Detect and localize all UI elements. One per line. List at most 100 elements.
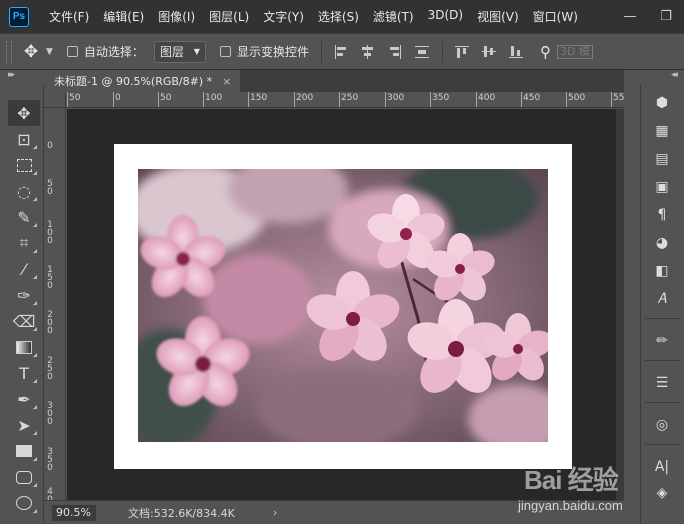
document-tab[interactable]: 未标题-1 @ 90.5%(RGB/8#) * × bbox=[44, 70, 240, 92]
document-tab-bar: 未标题-1 @ 90.5%(RGB/8#) * × bbox=[44, 70, 624, 92]
gradient-tool[interactable] bbox=[8, 334, 40, 360]
align-left-icon[interactable] bbox=[333, 44, 349, 60]
menu-file[interactable]: 文件(F) bbox=[49, 8, 89, 25]
horizontal-ruler[interactable]: 50 0 50 100 150 200 250 300 350 400 450 … bbox=[66, 92, 624, 108]
ruler-v-label: 1 5 0 bbox=[47, 265, 53, 291]
ruler-h-label: 50 bbox=[69, 93, 81, 103]
restore-button[interactable]: ❐ bbox=[648, 0, 684, 33]
ruler-h-label: 350 bbox=[432, 93, 450, 103]
adjustments-panel-icon[interactable]: ◧ bbox=[649, 260, 675, 282]
menu-edit[interactable]: 编辑(E) bbox=[103, 8, 144, 25]
vertical-ruler[interactable]: 0 5 0 1 0 0 1 5 0 2 0 0 2 5 0 3 0 0 3 5 … bbox=[44, 108, 66, 500]
properties-panel-icon[interactable]: ▤ bbox=[649, 148, 675, 170]
menu-window[interactable]: 窗口(W) bbox=[533, 8, 578, 25]
divider bbox=[645, 318, 681, 319]
ruler-v-label: 5 0 bbox=[47, 179, 53, 197]
ruler-origin[interactable] bbox=[44, 92, 66, 108]
menu-layer[interactable]: 图层(L) bbox=[209, 8, 249, 25]
window-controls: — ❐ bbox=[612, 0, 684, 33]
swatches-panel-icon[interactable]: ▦ bbox=[649, 120, 675, 142]
ruler-h-label: 500 bbox=[568, 93, 586, 103]
paragraph-panel-icon[interactable]: ¶ bbox=[649, 204, 675, 226]
eraser-tool[interactable]: ⌫ bbox=[8, 308, 40, 334]
rectangular-marquee-tool[interactable] bbox=[8, 152, 40, 178]
channels-panel-icon[interactable]: ◎ bbox=[649, 414, 675, 436]
divider bbox=[645, 444, 681, 445]
brush-settings-icon[interactable]: ☰ bbox=[649, 372, 675, 394]
menu-filter[interactable]: 滤镜(T) bbox=[373, 8, 414, 25]
tool-preset-dropdown-icon[interactable]: ▼ bbox=[46, 47, 53, 57]
expand-arrows-icon[interactable]: ▸▸ bbox=[8, 70, 15, 80]
align-right-icon[interactable] bbox=[387, 44, 403, 60]
ruler-h-label: 0 bbox=[115, 93, 121, 103]
menu-view[interactable]: 视图(V) bbox=[477, 8, 519, 25]
artboard-tool[interactable]: ⊡ bbox=[8, 126, 40, 152]
libraries-panel-icon[interactable]: ▣ bbox=[649, 176, 675, 198]
menu-select[interactable]: 选择(S) bbox=[318, 8, 359, 25]
status-menu-arrow-icon[interactable]: › bbox=[273, 506, 277, 519]
align-bottom-icon[interactable] bbox=[508, 44, 524, 60]
path-selection-tool[interactable]: ➤ bbox=[8, 412, 40, 438]
color-palette-icon[interactable]: ◕ bbox=[649, 232, 675, 254]
vertical-scrollbar[interactable] bbox=[616, 109, 624, 500]
ruler-h-label: 250 bbox=[341, 93, 359, 103]
tools-panel: ✥ ⊡ ◌ ✎ ⌗ ⁄ ✑ ⌫ T ✒ ➤ bbox=[4, 84, 44, 524]
auto-select-target-value: 图层 bbox=[159, 45, 184, 59]
auto-select-checkbox[interactable] bbox=[66, 46, 78, 57]
type-tool[interactable]: T bbox=[8, 360, 40, 386]
search-icon[interactable]: ⚲ bbox=[540, 43, 551, 61]
watermark-url: jingyan.baidu.com bbox=[518, 498, 623, 513]
divider bbox=[320, 40, 322, 63]
cherry-blossom-image bbox=[138, 169, 548, 442]
menu-image[interactable]: 图像(I) bbox=[158, 8, 195, 25]
show-transform-checkbox[interactable] bbox=[219, 46, 231, 57]
ruler-h-label: 55 bbox=[613, 93, 624, 103]
ruler-v-label: 1 0 0 bbox=[47, 220, 53, 246]
move-tool-icon[interactable]: ✥ bbox=[22, 42, 40, 62]
ruler-h-label: 50 bbox=[160, 93, 172, 103]
photoshop-logo: Ps bbox=[9, 6, 29, 27]
options-bar: ✥ ▼ 自动选择： 图层 ▼ 显示变换控件 ⚲ 3D 模 bbox=[0, 33, 684, 70]
baidu-jingyan-watermark: Bai 经验 jingyan.baidu.com bbox=[516, 458, 656, 518]
auto-select-target-select[interactable]: 图层 ▼ bbox=[153, 40, 206, 63]
hand-tool[interactable] bbox=[8, 464, 40, 490]
document-tab-title: 未标题-1 @ 90.5%(RGB/8#) * bbox=[54, 75, 213, 88]
close-icon[interactable]: × bbox=[222, 75, 231, 88]
cherry-blossom-photo[interactable] bbox=[138, 169, 548, 442]
zoom-level-field[interactable]: 90.5% bbox=[52, 504, 96, 521]
ruler-v-label: 3 5 0 bbox=[47, 447, 53, 473]
align-top-icon[interactable] bbox=[454, 44, 470, 60]
toolbar-header: ▸▸ bbox=[0, 70, 44, 84]
3d-panel-icon[interactable]: ⬢ bbox=[649, 92, 675, 114]
ruler-v-label: 2 0 0 bbox=[47, 310, 53, 336]
quick-selection-tool[interactable]: ✎ bbox=[8, 204, 40, 230]
brush-tool[interactable]: ✑ bbox=[8, 282, 40, 308]
divider bbox=[645, 360, 681, 361]
eyedropper-tool[interactable]: ⁄ bbox=[8, 256, 40, 282]
move-tool[interactable]: ✥ bbox=[8, 100, 40, 126]
glyphs-panel-icon[interactable]: 𝐴 bbox=[649, 288, 675, 310]
ruler-h-label: 150 bbox=[250, 93, 268, 103]
lasso-tool[interactable]: ◌ bbox=[8, 178, 40, 204]
align-vertical-center-icon[interactable] bbox=[481, 44, 497, 60]
brushes-panel-icon[interactable]: ✏ bbox=[649, 330, 675, 352]
collapse-arrows-icon[interactable]: ◂◂ bbox=[671, 70, 678, 80]
right-panel-header: ◂◂ bbox=[624, 70, 684, 84]
menu-type[interactable]: 文字(Y) bbox=[263, 8, 304, 25]
ruler-h-label: 200 bbox=[296, 93, 314, 103]
ruler-v-label: 3 0 0 bbox=[47, 401, 53, 427]
distribute-icon[interactable] bbox=[414, 44, 430, 60]
options-bar-grip[interactable] bbox=[6, 40, 12, 63]
menu-3d[interactable]: 3D(D) bbox=[428, 8, 463, 25]
ruler-v-label: 4 0 0 bbox=[47, 487, 53, 501]
watermark-logo-text: Bai 经验 bbox=[524, 465, 619, 495]
rectangle-tool[interactable] bbox=[8, 438, 40, 464]
ruler-h-label: 450 bbox=[523, 93, 541, 103]
align-horizontal-center-icon[interactable] bbox=[360, 44, 376, 60]
minimize-button[interactable]: — bbox=[612, 0, 648, 33]
crop-tool[interactable]: ⌗ bbox=[8, 230, 40, 256]
pen-tool[interactable]: ✒ bbox=[8, 386, 40, 412]
show-transform-label: 显示变换控件 bbox=[236, 45, 309, 59]
zoom-tool[interactable] bbox=[8, 490, 40, 516]
ruler-h-label: 400 bbox=[478, 93, 496, 103]
